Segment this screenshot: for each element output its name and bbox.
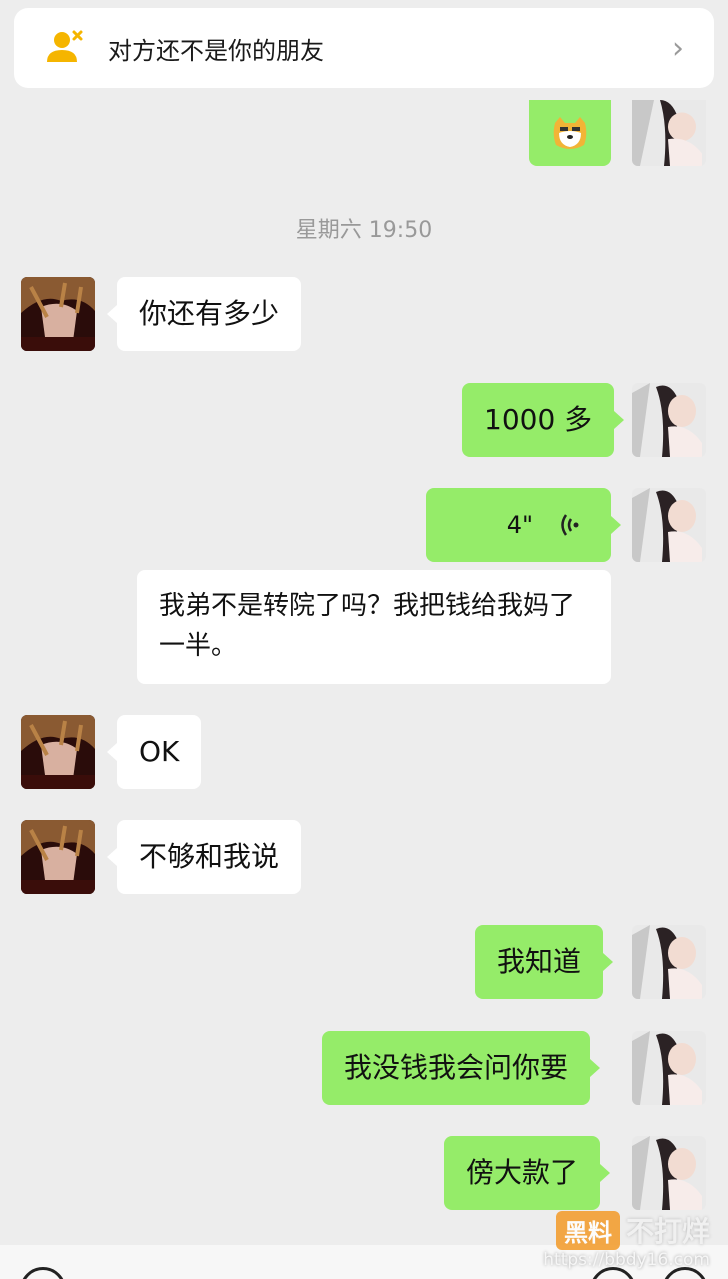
message-bubble[interactable]: 不够和我说 xyxy=(106,820,302,894)
message-bubble[interactable]: 1000 多 xyxy=(462,383,625,457)
message-bubble[interactable]: 我没钱我会问你要 xyxy=(322,1031,601,1105)
message-bubble[interactable]: 你还有多少 xyxy=(106,277,302,351)
watermark-url: https://bbdy16.com xyxy=(543,1250,710,1270)
chevron-right-icon: › xyxy=(672,30,684,66)
my-avatar[interactable] xyxy=(632,100,706,166)
contact-avatar[interactable] xyxy=(21,715,95,789)
voice-duration: 4" xyxy=(506,511,533,539)
my-avatar[interactable] xyxy=(632,1136,706,1210)
watermark: 黑料 不打烊 https://bbdy16.com xyxy=(543,1210,710,1270)
message-bubble[interactable]: 我知道 xyxy=(475,925,614,999)
emoji-message-bubble[interactable] xyxy=(529,100,611,166)
doge-emoji-icon xyxy=(553,117,587,149)
my-avatar[interactable] xyxy=(632,925,706,999)
watermark-badge: 黑料 xyxy=(555,1210,620,1250)
watermark-name: 不打烊 xyxy=(625,1215,710,1248)
my-avatar[interactable] xyxy=(632,1031,706,1105)
message-bubble[interactable]: OK xyxy=(106,715,202,789)
my-avatar[interactable] xyxy=(632,488,706,562)
contact-avatar[interactable] xyxy=(21,277,95,351)
message-bubble[interactable]: 我弟不是转院了吗？我把钱给我妈了一半。 xyxy=(137,570,611,684)
voice-toggle-icon[interactable] xyxy=(20,1267,66,1279)
voice-message-bubble[interactable]: 4" xyxy=(426,488,621,562)
voice-wave-icon xyxy=(561,514,579,536)
user-remove-icon xyxy=(47,30,83,62)
my-avatar[interactable] xyxy=(632,383,706,457)
timestamp: 星期六 19:50 xyxy=(295,218,433,243)
stranger-banner[interactable]: 对方还不是你的朋友 › xyxy=(14,8,714,88)
contact-avatar[interactable] xyxy=(21,820,95,894)
banner-text: 对方还不是你的朋友 xyxy=(108,36,324,65)
message-bubble[interactable]: 傍大款了 xyxy=(444,1136,611,1210)
